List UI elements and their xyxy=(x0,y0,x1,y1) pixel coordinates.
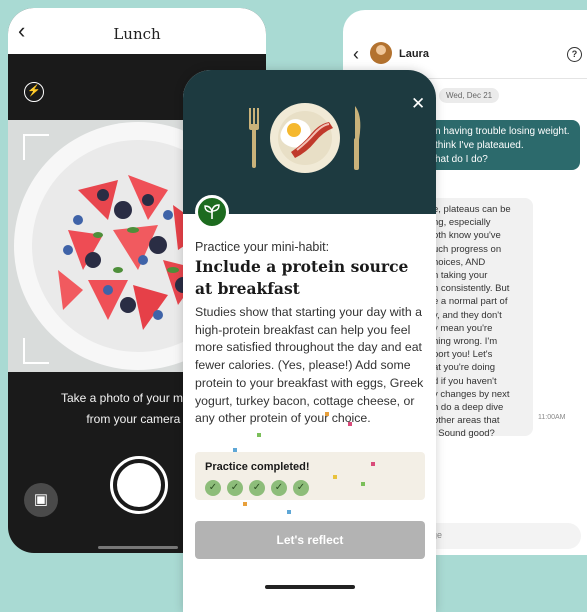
incoming-message: e, plateaus can be ng, especially oth kn… xyxy=(421,198,533,439)
frame-corner-top-left xyxy=(23,134,49,160)
message-line: e, plateaus can be xyxy=(433,204,511,215)
breakfast-plate-illustration xyxy=(249,103,361,173)
confetti xyxy=(371,462,375,466)
check-icon: ✓ xyxy=(293,480,309,496)
message-line: y mean you're xyxy=(433,322,493,334)
message-line: y changes by next xyxy=(433,388,510,400)
message-line: n having trouble losing weight. xyxy=(435,126,570,137)
message-line: ng, especially xyxy=(433,217,491,229)
gallery-icon[interactable]: ▣ xyxy=(24,483,58,517)
confetti xyxy=(243,502,247,506)
message-line: e a normal part of xyxy=(433,296,508,308)
habit-title: Include a protein source at breakfast xyxy=(195,257,409,298)
message-line: at you're doing xyxy=(433,362,496,374)
habit-header: ✕ xyxy=(183,70,436,214)
reflect-button[interactable]: Let's reflect xyxy=(195,521,425,559)
message-line: oth know you've xyxy=(433,230,501,242)
camera-header: ‹ Lunch xyxy=(8,8,266,54)
message-input[interactable]: age xyxy=(421,523,581,549)
message-line: n consistently. But xyxy=(433,283,510,295)
confetti xyxy=(348,422,352,426)
close-icon[interactable]: ✕ xyxy=(411,95,425,112)
confetti xyxy=(361,482,365,486)
message-line: hoices, AND xyxy=(433,256,486,268)
date-chip: Wed, Dec 21 xyxy=(439,88,500,103)
message-line: y, and they don't xyxy=(433,309,502,321)
message-line: d if you haven't xyxy=(433,375,497,387)
confetti xyxy=(257,433,261,437)
habit-badge xyxy=(195,195,229,229)
habit-description: Studies show that starting your day with… xyxy=(195,305,424,426)
contact-name: Laura xyxy=(399,48,429,60)
message-line: uch progress on xyxy=(433,243,502,255)
practice-card: Practice completed! ✓ ✓ ✓ ✓ ✓ xyxy=(195,452,425,500)
message-line: other areas that xyxy=(433,415,500,427)
mini-habit-screen: ✕ Practice your mini-habit: Include a pr… xyxy=(183,70,436,612)
message-line: n taking your xyxy=(433,270,488,282)
message-timestamp: 11:00AM xyxy=(538,414,566,421)
back-button[interactable]: ‹ xyxy=(353,44,359,65)
confetti xyxy=(287,510,291,514)
confetti xyxy=(233,448,237,452)
message-line: think I've plateaued. xyxy=(435,140,524,151)
home-indicator xyxy=(98,546,178,549)
practice-label: Practice completed! xyxy=(205,461,310,473)
check-icon: ✓ xyxy=(205,480,221,496)
sprout-icon xyxy=(204,204,220,219)
help-icon[interactable]: ? xyxy=(567,47,582,62)
message-line: n do a deep dive xyxy=(433,402,504,414)
message-line: hat do I do? xyxy=(435,154,488,165)
message-line: port you! Let's xyxy=(433,349,493,361)
message-line: hing wrong. I'm xyxy=(433,336,498,348)
shutter-button[interactable] xyxy=(110,456,168,514)
confetti xyxy=(333,475,337,479)
flash-icon[interactable]: ⚡ xyxy=(24,82,44,102)
frame-corner-bottom-left xyxy=(23,338,49,364)
habit-subheading: Practice your mini-habit: xyxy=(195,240,330,254)
message-line: . Sound good? xyxy=(433,428,495,440)
home-indicator xyxy=(265,585,355,589)
check-icon: ✓ xyxy=(249,480,265,496)
confetti xyxy=(325,412,329,416)
avatar xyxy=(370,42,392,64)
page-title: Lunch xyxy=(113,25,161,43)
outgoing-message: n having trouble losing weight. think I'… xyxy=(421,120,580,170)
check-icon: ✓ xyxy=(271,480,287,496)
check-icon: ✓ xyxy=(227,480,243,496)
